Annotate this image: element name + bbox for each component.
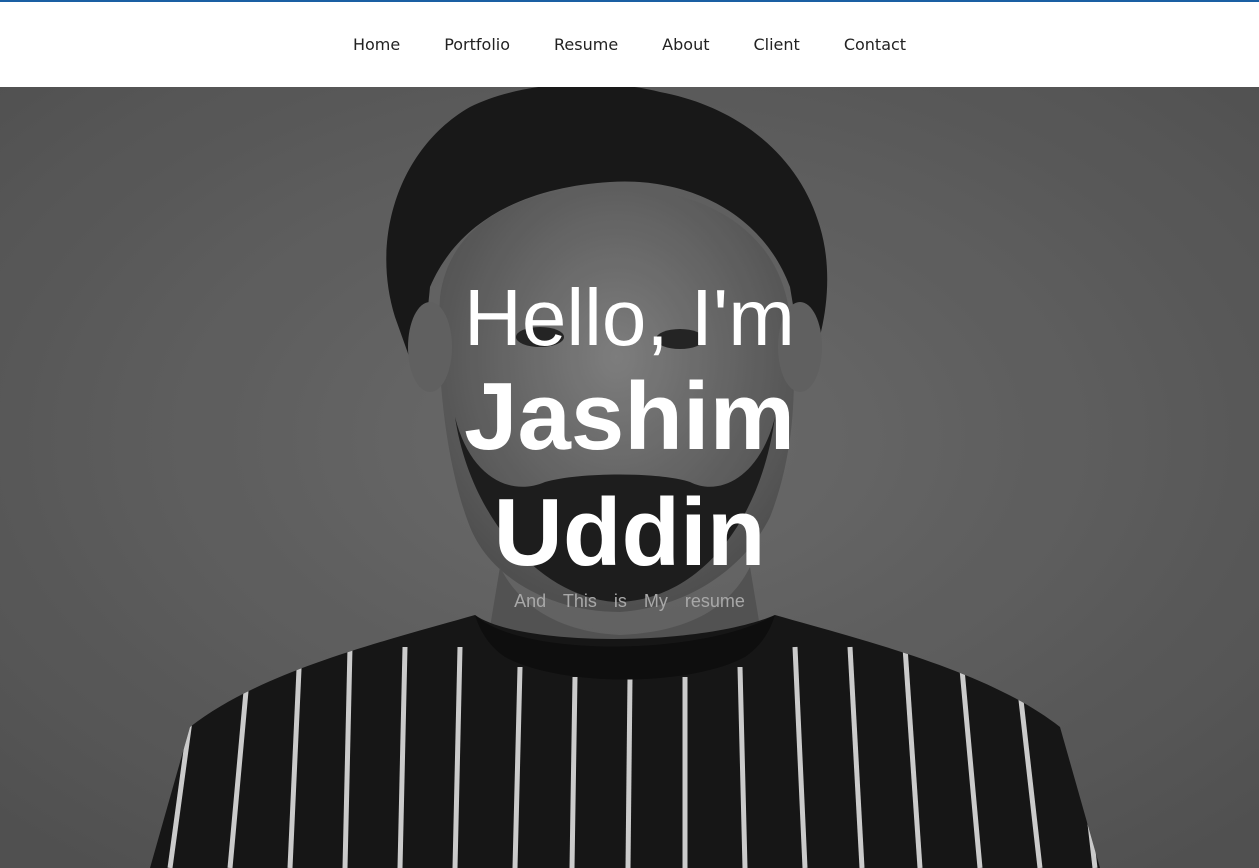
nav-item-client[interactable]: Client (731, 35, 821, 54)
nav-menu: Home Portfolio Resume About Client Conta… (331, 35, 928, 55)
nav-item-about[interactable]: About (640, 35, 731, 54)
hero-section: Hello, I'm Jashim Uddin And This is My r… (0, 87, 1259, 868)
main-navbar: Home Portfolio Resume About Client Conta… (0, 2, 1259, 87)
hero-greeting: Hello, I'm (464, 273, 795, 362)
nav-item-home[interactable]: Home (331, 35, 422, 54)
nav-item-resume[interactable]: Resume (532, 35, 640, 54)
hero-first-name: Jashim (464, 363, 795, 470)
nav-item-contact[interactable]: Contact (822, 35, 928, 54)
hero-tagline: And This is My resume (514, 591, 745, 611)
nav-item-portfolio[interactable]: Portfolio (422, 35, 532, 54)
hero-last-name: Uddin (493, 479, 766, 586)
hero-heading-block: Hello, I'm Jashim Uddin And This is My r… (0, 277, 1259, 612)
